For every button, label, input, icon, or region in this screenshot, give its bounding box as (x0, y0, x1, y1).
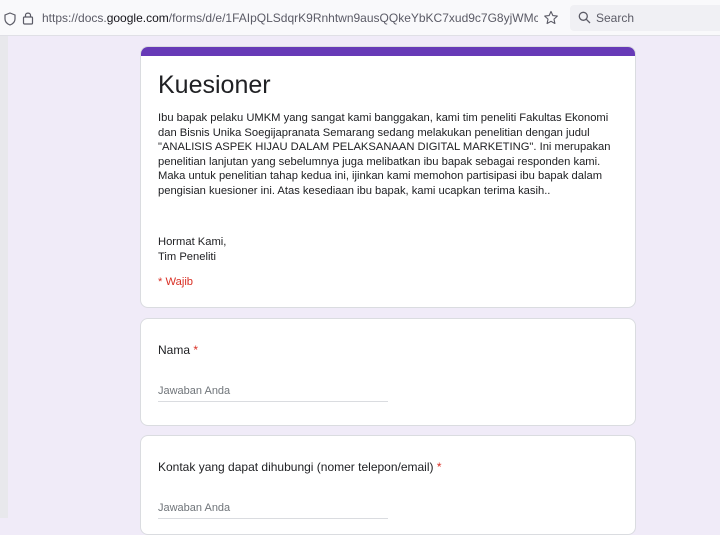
search-placeholder: Search (596, 11, 635, 25)
form-header-card: Kuesioner Ibu bapak pelaku UMKM yang san… (140, 46, 636, 308)
question-card-nama: Nama * (140, 318, 636, 426)
browser-search-box[interactable]: Search (570, 5, 720, 31)
url-field[interactable]: https://docs.google.com/forms/d/e/1FAIpQ… (42, 11, 538, 25)
tracking-shield-icon[interactable] (4, 12, 16, 26)
search-icon (578, 11, 591, 24)
browser-address-bar: https://docs.google.com/forms/d/e/1FAIpQ… (0, 0, 720, 36)
url-prefix: https://docs. (42, 11, 107, 25)
question-label: Nama * (158, 343, 198, 357)
required-note: * Wajib (158, 276, 194, 288)
nama-input[interactable] (158, 381, 388, 402)
form-signature: Hormat Kami, Tim Peneliti (158, 236, 227, 263)
page-gutter (0, 36, 8, 518)
required-mark: * (193, 343, 199, 357)
question-label-text: Nama (158, 343, 191, 357)
kontak-input[interactable] (158, 498, 388, 519)
url-domain: google.com (106, 11, 169, 25)
lock-icon[interactable] (22, 11, 34, 25)
required-mark: * (436, 460, 442, 474)
form-accent-bar (141, 47, 635, 56)
form-title: Kuesioner (158, 71, 271, 99)
form-description: Ibu bapak pelaku UMKM yang sangat kami b… (158, 112, 611, 197)
question-label-text: Kontak yang dapat dihubungi (nomer telep… (158, 460, 434, 474)
question-label: Kontak yang dapat dihubungi (nomer telep… (158, 460, 442, 474)
bookmark-star-icon[interactable] (543, 10, 559, 26)
question-card-kontak: Kontak yang dapat dihubungi (nomer telep… (140, 435, 636, 535)
url-path: /forms/d/e/1FAIpQLSdqrK9Rnhtwn9ausQQkeYb… (168, 11, 538, 25)
